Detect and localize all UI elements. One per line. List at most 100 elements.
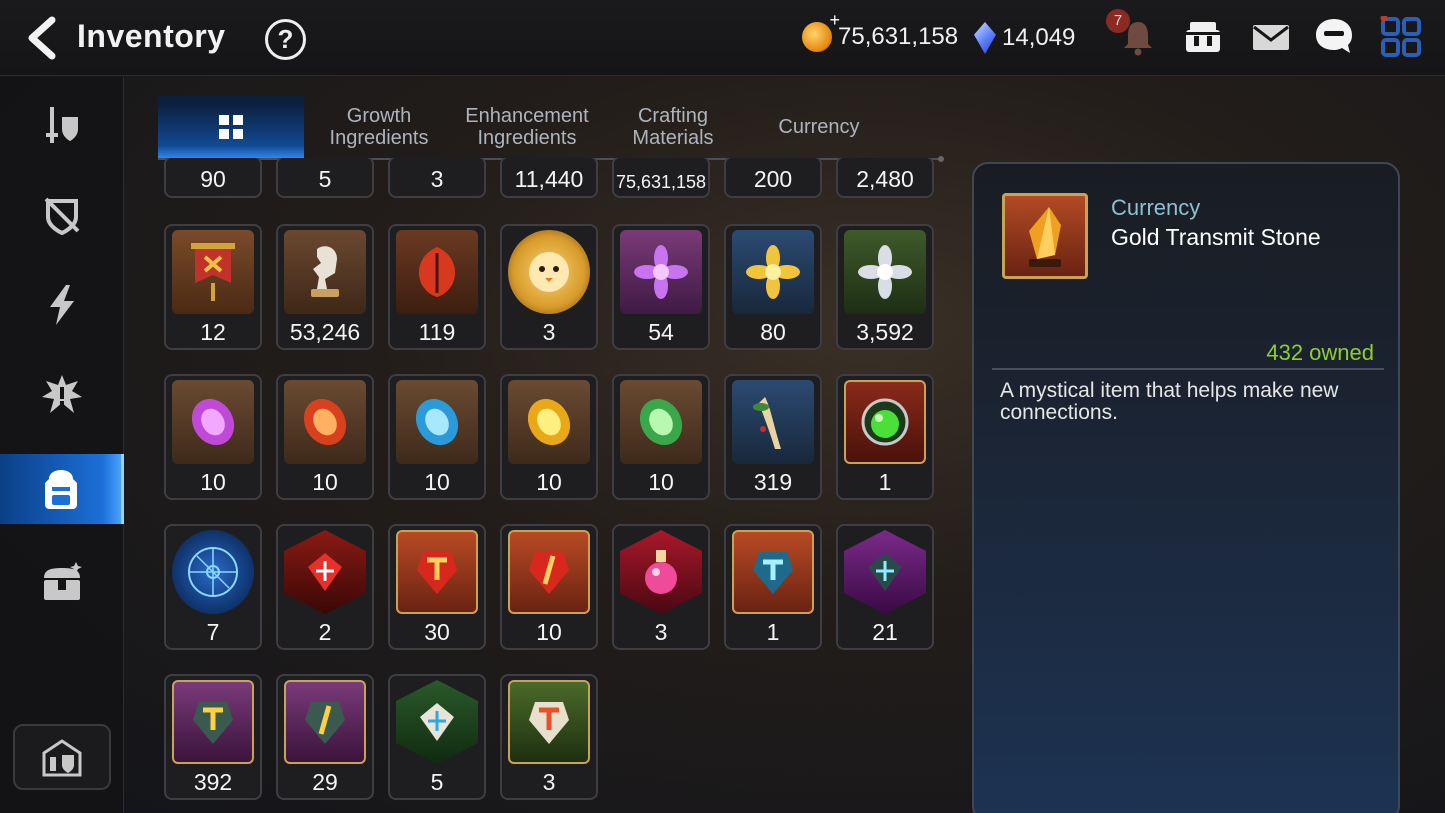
gold-balance[interactable]: + 75,631,158 bbox=[802, 10, 958, 52]
guild-house-icon bbox=[42, 739, 82, 777]
sidebar-item-backpack[interactable] bbox=[0, 454, 124, 524]
item-slot[interactable]: 10 bbox=[500, 524, 598, 650]
page-title: Inventory bbox=[77, 18, 226, 54]
item-slot[interactable]: 10 bbox=[164, 374, 262, 500]
item-detail-panel: Currency Gold Transmit Stone 432 owned A… bbox=[972, 162, 1400, 813]
catalyst-icon bbox=[50, 285, 74, 325]
crystal-balance[interactable]: 14,049 bbox=[974, 22, 1075, 54]
backpack-icon bbox=[44, 470, 77, 509]
top-bar: Inventory ? + 75,631,158 14,049 7 bbox=[0, 0, 1445, 76]
item-slot[interactable]: 3,592 bbox=[836, 224, 934, 350]
item-slot[interactable]: 200 bbox=[724, 158, 822, 198]
item-count: 10 bbox=[312, 469, 338, 495]
purple-rune-icon bbox=[172, 380, 254, 464]
item-count: 3 bbox=[542, 769, 556, 795]
sidebar-item-artifact[interactable] bbox=[0, 180, 124, 250]
grid-view-icon bbox=[219, 115, 243, 139]
item-slot[interactable]: 392 bbox=[164, 674, 262, 800]
tab-enhancement-ingredients[interactable]: Enhancement Ingredients bbox=[454, 96, 600, 158]
item-slot[interactable]: 54 bbox=[612, 224, 710, 350]
menu-grid-icon[interactable] bbox=[1380, 14, 1422, 58]
item-slot[interactable]: 5 bbox=[276, 158, 374, 198]
green-hammer-stone-icon bbox=[508, 680, 590, 764]
blue-sigil-icon bbox=[172, 530, 254, 614]
item-slot[interactable]: 7 bbox=[164, 524, 262, 650]
gold-flower-icon bbox=[732, 230, 814, 314]
item-count: 5 bbox=[430, 769, 444, 795]
item-slot[interactable]: 10 bbox=[388, 374, 486, 500]
item-slot[interactable]: 1 bbox=[836, 374, 934, 500]
banner-icon bbox=[172, 230, 254, 314]
treasure-chest-icon bbox=[44, 562, 82, 600]
item-slot[interactable]: 1 bbox=[724, 524, 822, 650]
red-gem-hex-icon bbox=[284, 530, 366, 614]
item-slot[interactable]: 53,246 bbox=[276, 224, 374, 350]
item-slot[interactable]: 80 bbox=[724, 224, 822, 350]
item-count: 5 bbox=[318, 166, 332, 192]
bell-icon[interactable] bbox=[1117, 16, 1159, 58]
red-leaf-icon bbox=[396, 230, 478, 314]
item-slot[interactable]: 10 bbox=[276, 374, 374, 500]
item-slot[interactable]: 3 bbox=[500, 674, 598, 800]
red-hammer-stone-icon bbox=[396, 530, 478, 614]
item-slot[interactable]: 2,480 bbox=[836, 158, 934, 198]
item-slot[interactable]: 12 bbox=[164, 224, 262, 350]
item-count: 30 bbox=[424, 619, 450, 645]
purple-bar-stone-icon bbox=[284, 680, 366, 764]
tab-all[interactable] bbox=[158, 96, 304, 158]
item-slot[interactable]: 319 bbox=[724, 374, 822, 500]
artifact-icon bbox=[44, 197, 80, 236]
sidebar-item-memory-imprint[interactable] bbox=[0, 360, 124, 430]
item-slot[interactable]: 30 bbox=[388, 524, 486, 650]
item-count: 10 bbox=[200, 469, 226, 495]
item-count: 10 bbox=[424, 469, 450, 495]
sidebar-item-equipment[interactable] bbox=[0, 90, 124, 160]
tab-growth-ingredients[interactable]: Growth Ingredients bbox=[306, 96, 452, 158]
item-count: 12 bbox=[200, 319, 226, 345]
shop-icon[interactable] bbox=[1182, 16, 1224, 58]
inventory-tabs: Growth Ingredients Enhancement Ingredien… bbox=[158, 96, 944, 162]
item-slot[interactable]: 5 bbox=[388, 674, 486, 800]
item-count: 1 bbox=[878, 469, 892, 495]
sidebar-item-treasure[interactable] bbox=[0, 547, 124, 617]
item-slot[interactable]: 75,631,158 bbox=[612, 158, 710, 198]
item-description: A mystical item that helps make new conn… bbox=[1000, 379, 1339, 424]
item-count: 2 bbox=[318, 619, 332, 645]
item-slot[interactable]: 29 bbox=[276, 674, 374, 800]
item-slot[interactable]: 11,440 bbox=[500, 158, 598, 198]
tab-crafting-materials[interactable]: Crafting Materials bbox=[600, 96, 746, 158]
item-slot[interactable]: 2 bbox=[276, 524, 374, 650]
item-count: 2,480 bbox=[856, 166, 914, 192]
crystal-amount: 14,049 bbox=[1002, 24, 1076, 51]
item-slot[interactable]: 119 bbox=[388, 224, 486, 350]
item-count: 1 bbox=[766, 619, 780, 645]
item-slot[interactable]: 3 bbox=[612, 524, 710, 650]
mascot-icon bbox=[508, 230, 590, 314]
back-arrow-icon[interactable] bbox=[22, 16, 62, 60]
item-slot[interactable]: 90 bbox=[164, 158, 262, 198]
item-count: 119 bbox=[418, 319, 456, 345]
green-rune-icon bbox=[620, 380, 702, 464]
category-sidebar bbox=[0, 77, 124, 813]
item-count: 29 bbox=[312, 769, 338, 795]
chat-icon[interactable] bbox=[1313, 16, 1355, 58]
item-count: 200 bbox=[753, 166, 793, 192]
sidebar-item-catalyst[interactable] bbox=[0, 270, 124, 340]
item-slot[interactable]: 10 bbox=[500, 374, 598, 500]
item-count: 75,631,158 bbox=[615, 172, 707, 192]
item-slot[interactable]: 3 bbox=[500, 224, 598, 350]
item-count: 10 bbox=[536, 619, 562, 645]
equipment-icon bbox=[46, 107, 78, 143]
mail-icon[interactable] bbox=[1250, 16, 1292, 58]
item-slot[interactable]: 21 bbox=[836, 524, 934, 650]
gold-coin-icon: + bbox=[802, 10, 840, 52]
item-slot[interactable]: 3 bbox=[388, 158, 486, 198]
item-slot[interactable]: 10 bbox=[612, 374, 710, 500]
horse-statue-icon bbox=[284, 230, 366, 314]
item-count: 3 bbox=[430, 166, 444, 192]
item-count: 319 bbox=[753, 469, 793, 495]
tab-currency[interactable]: Currency bbox=[746, 96, 892, 158]
help-icon[interactable]: ? bbox=[265, 19, 306, 60]
guild-button[interactable] bbox=[13, 724, 111, 790]
item-count: 11,440 bbox=[514, 166, 584, 192]
